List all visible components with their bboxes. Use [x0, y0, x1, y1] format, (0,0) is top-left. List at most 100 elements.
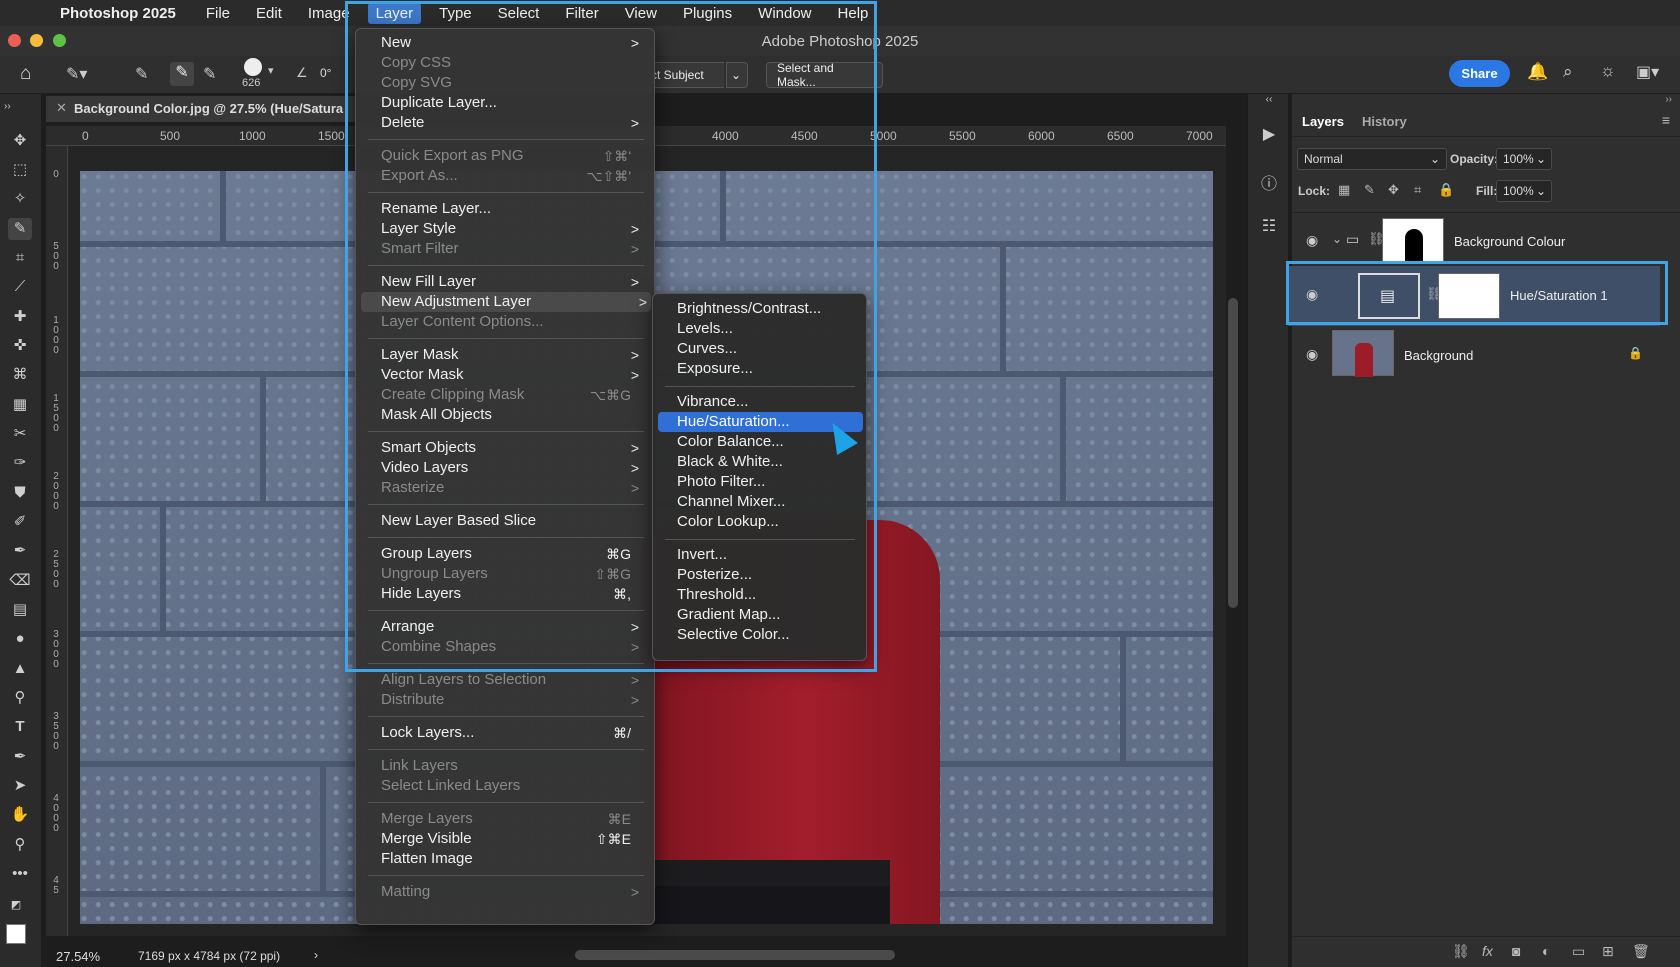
- hand-tool-icon[interactable]: ✋: [8, 804, 32, 826]
- delete-layer-icon[interactable]: 🗑: [1632, 943, 1650, 960]
- menu-separator: [368, 875, 644, 876]
- more-tools-icon[interactable]: •••: [8, 863, 32, 885]
- dodge-tool-icon[interactable]: ⚲: [8, 687, 32, 709]
- panel-menu-icon[interactable]: ≡: [1662, 112, 1670, 128]
- folder-icon: ▭: [1346, 231, 1360, 247]
- vertical-scrollbar[interactable]: [1228, 298, 1238, 608]
- menu-item-label: Flatten Image: [381, 850, 473, 867]
- quick-selection-tool-icon[interactable]: ✎: [8, 218, 32, 240]
- highlight-box-layer: [1286, 261, 1668, 325]
- layer-thumbnail[interactable]: [1332, 330, 1394, 377]
- foreground-color-swatch[interactable]: [6, 924, 26, 944]
- actions-play-icon[interactable]: ▶: [1258, 124, 1280, 146]
- fill-input[interactable]: 100% ⌄: [1496, 180, 1552, 202]
- menu-item-merge-visible[interactable]: Merge Visible ⇧⌘E: [381, 829, 643, 849]
- eyedropper-tool-icon[interactable]: ⟋: [8, 276, 32, 298]
- layer-mask-thumbnail[interactable]: [1382, 218, 1444, 264]
- link-layers-icon[interactable]: ⛓: [1452, 943, 1470, 960]
- new-layer-icon[interactable]: ⊞: [1602, 943, 1614, 960]
- menu-shortcut: ⌘/: [613, 725, 631, 741]
- collapse-panel-icon[interactable]: ››: [1665, 94, 1672, 105]
- brush-tool-icon[interactable]: ✑: [8, 452, 32, 474]
- info-icon[interactable]: ⓘ: [1258, 170, 1280, 193]
- lock-artboard-icon[interactable]: ⌗: [1414, 182, 1421, 198]
- new-selection-icon[interactable]: ✎: [135, 64, 148, 84]
- default-colors-icon[interactable]: ◩ ⤺: [4, 894, 28, 933]
- discover-lightbulb-icon[interactable]: ☼: [1600, 61, 1616, 81]
- properties-icon[interactable]: ☷: [1258, 216, 1280, 238]
- pattern-stamp-tool-icon[interactable]: ▦: [8, 394, 32, 416]
- ruler-label: 3 5 0 0: [53, 711, 59, 752]
- clone-stamp-tool-icon[interactable]: ⛊: [8, 482, 32, 504]
- path-selection-tool-icon[interactable]: ➤: [8, 775, 32, 797]
- art-history-brush-tool-icon[interactable]: ✒: [8, 540, 32, 562]
- move-tool-icon[interactable]: ✥: [8, 130, 32, 152]
- subtract-selection-icon[interactable]: ✎: [203, 64, 216, 84]
- pen-tool-icon[interactable]: ✒: [8, 746, 32, 768]
- brick-mortar: [320, 767, 326, 891]
- menu-file[interactable]: File: [206, 5, 230, 22]
- red-eye-tool-icon[interactable]: ✂: [8, 423, 32, 445]
- layer-row-background[interactable]: ◉ Background 🔒: [1292, 326, 1672, 381]
- share-button[interactable]: Share: [1449, 60, 1510, 87]
- menu-item-lock-layers[interactable]: Lock Layers... ⌘/: [381, 723, 643, 743]
- ruler-label: 1 5 0 0: [53, 393, 59, 434]
- spot-healing-tool-icon[interactable]: ✚: [8, 306, 32, 328]
- tab-history[interactable]: History: [1362, 114, 1407, 129]
- chevron-down-icon[interactable]: ▾: [268, 64, 274, 77]
- chevron-down-icon: ⌄: [1429, 152, 1440, 166]
- marquee-tool-icon[interactable]: ⬚: [8, 159, 32, 181]
- lock-position-icon[interactable]: ✥: [1388, 182, 1399, 198]
- document-tab[interactable]: Background Color.jpg @ 27.5% (Hue/Satura: [46, 96, 356, 122]
- document-tab-title: Background Color.jpg @ 27.5% (Hue/Satura: [74, 101, 344, 116]
- type-tool-icon[interactable]: T: [8, 716, 32, 738]
- lock-all-icon[interactable]: 🔒: [1438, 182, 1454, 198]
- zoom-tool-icon[interactable]: ⚲: [8, 834, 32, 856]
- zoom-level[interactable]: 27.54%: [56, 949, 100, 964]
- add-to-selection-icon[interactable]: ✎: [170, 62, 194, 86]
- opacity-input[interactable]: 100% ⌄: [1496, 148, 1552, 170]
- visibility-eye-icon[interactable]: ◉: [1306, 232, 1318, 249]
- blur-tool-icon[interactable]: ●: [8, 628, 32, 650]
- lock-label: Lock:: [1298, 184, 1331, 198]
- menu-image[interactable]: Image: [308, 5, 350, 22]
- collapse-panel-icon[interactable]: ‹‹: [1258, 94, 1280, 116]
- menu-item-flatten-image[interactable]: Flatten Image: [381, 849, 643, 869]
- chevron-right-icon[interactable]: ›: [314, 948, 318, 962]
- search-icon[interactable]: ⌕: [1563, 62, 1573, 82]
- menu-item-label: Matting: [381, 883, 431, 900]
- sharpen-tool-icon[interactable]: ▲: [8, 658, 32, 680]
- notifications-bell-icon[interactable]: 🔔: [1527, 62, 1548, 82]
- menu-item-select-linked-layers: Select Linked Layers: [381, 776, 643, 796]
- angle-value[interactable]: 0°: [320, 66, 331, 80]
- home-icon[interactable]: ⌂: [20, 63, 31, 85]
- adjustment-layer-icon[interactable]: ◐: [1542, 943, 1550, 959]
- healing-brush-tool-icon[interactable]: ✜: [8, 335, 32, 357]
- collapse-panel-icon[interactable]: ››: [4, 96, 28, 118]
- object-selection-tool-icon[interactable]: ✧: [8, 188, 32, 210]
- new-group-icon[interactable]: ▭: [1572, 943, 1585, 960]
- history-brush-tool-icon[interactable]: ✐: [8, 511, 32, 533]
- blend-mode-select[interactable]: Normal ⌄: [1297, 148, 1447, 170]
- brush-size-icon[interactable]: [244, 58, 262, 76]
- quick-selection-preset-icon[interactable]: ✎▾: [66, 64, 87, 84]
- lock-transparent-pixels-icon[interactable]: ▦: [1338, 182, 1350, 198]
- close-document-icon[interactable]: ✕: [56, 100, 67, 116]
- menu-edit[interactable]: Edit: [256, 5, 282, 22]
- visibility-eye-icon[interactable]: ◉: [1306, 346, 1318, 363]
- app-name-menu[interactable]: Photoshop 2025: [60, 5, 176, 22]
- gradient-tool-icon[interactable]: ▤: [8, 599, 32, 621]
- layer-name[interactable]: Background Colour: [1454, 234, 1565, 249]
- brick-mortar: [220, 171, 226, 241]
- lock-image-pixels-icon[interactable]: ✎: [1364, 182, 1375, 198]
- eraser-tool-icon[interactable]: ⌫: [8, 570, 32, 592]
- layer-style-fx-icon[interactable]: fx: [1482, 943, 1493, 959]
- patch-tool-icon[interactable]: ⌘: [8, 364, 32, 386]
- chevron-right-icon: >: [630, 884, 639, 900]
- chevron-down-icon[interactable]: ⌄: [1332, 232, 1342, 246]
- crop-tool-icon[interactable]: ⌗: [8, 247, 32, 269]
- tab-layers[interactable]: Layers: [1302, 114, 1344, 129]
- add-mask-icon[interactable]: ◙: [1512, 943, 1520, 959]
- layer-name[interactable]: Background: [1404, 348, 1473, 363]
- workspace-icon[interactable]: ▣▾: [1636, 62, 1659, 82]
